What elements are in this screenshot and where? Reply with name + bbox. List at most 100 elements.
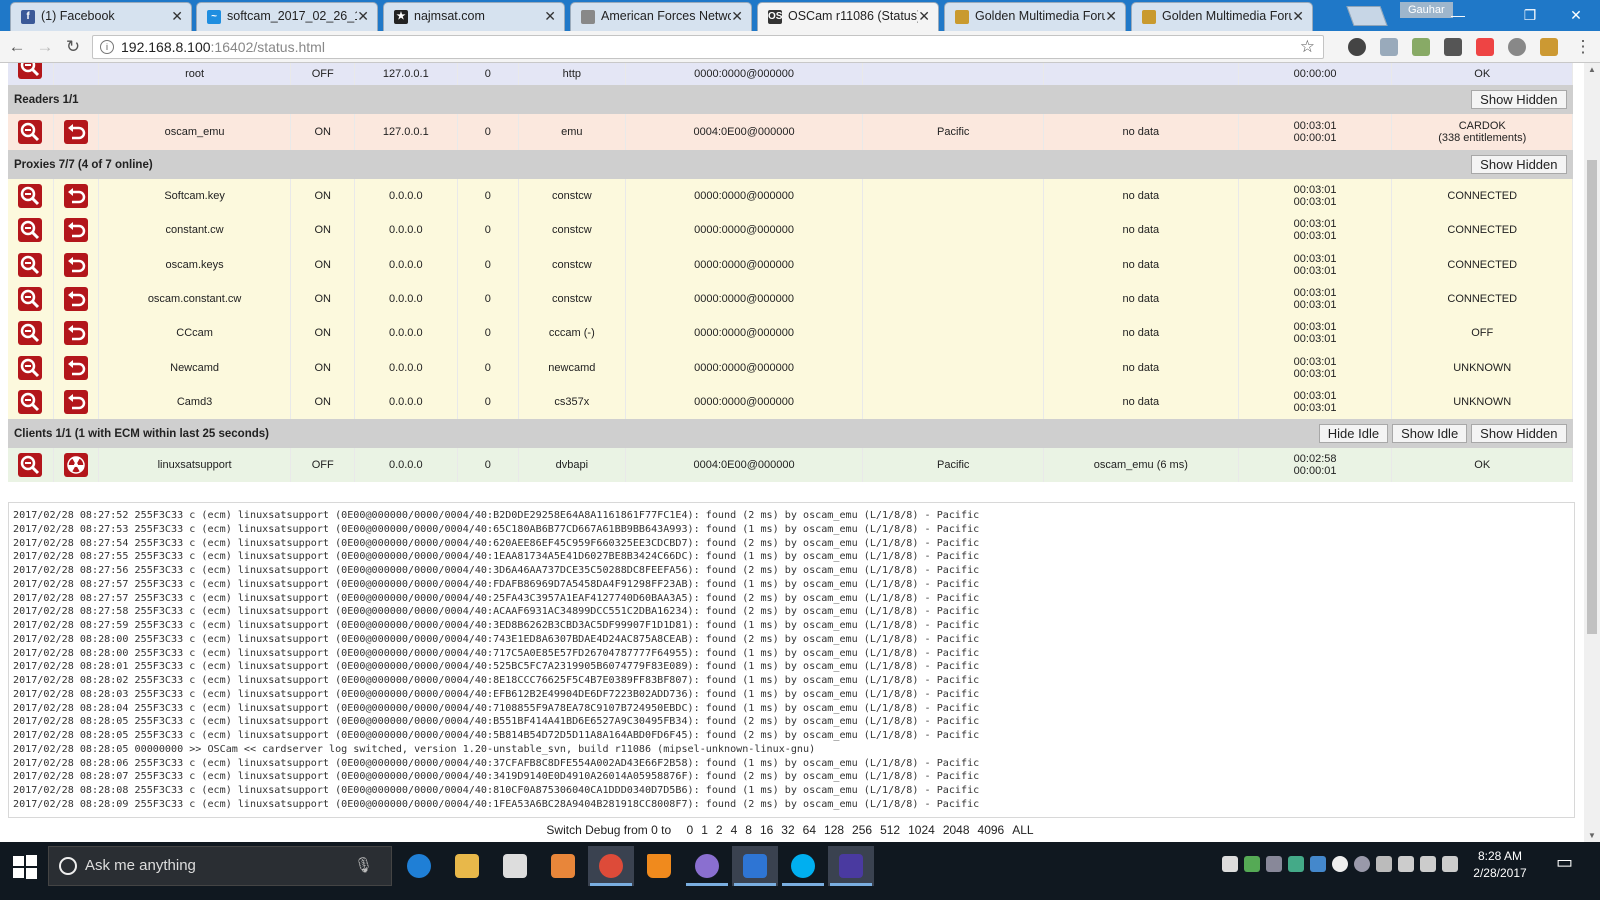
debug-level-link[interactable]: 1 (701, 823, 708, 837)
tab-close-icon[interactable]: ✕ (1105, 3, 1117, 30)
debug-level-link[interactable]: 4096 (978, 823, 1005, 837)
extension-puzzle-icon[interactable] (1412, 38, 1430, 56)
tab-close-icon[interactable]: ✕ (171, 3, 183, 30)
microphone-icon[interactable]: 🎙 (354, 847, 373, 885)
show-idle-button[interactable]: Show Idle (1392, 424, 1468, 444)
taskbar-skype[interactable] (780, 846, 826, 886)
debug-level-link[interactable]: 8 (745, 823, 752, 837)
debug-level-link[interactable]: 128 (824, 823, 844, 837)
tray-leaf-icon[interactable] (1244, 856, 1260, 872)
restart-icon[interactable] (63, 321, 88, 346)
zoom-details-icon[interactable] (18, 252, 43, 277)
browser-tab[interactable]: Golden Multimedia Foru ✕ (944, 2, 1126, 31)
taskbar-explorer[interactable] (444, 846, 490, 886)
debug-level-link[interactable]: 512 (880, 823, 900, 837)
show-hidden-clients-button[interactable]: Show Hidden (1471, 424, 1567, 444)
debug-level-link[interactable]: 64 (803, 823, 816, 837)
browser-tab[interactable]: ~ softcam_2017_02_26_1 ✕ (196, 2, 378, 31)
scroll-down-icon[interactable]: ▼ (1584, 831, 1600, 840)
notification-center-icon[interactable]: ▭ (1556, 852, 1573, 873)
forward-arrow-icon[interactable]: → (34, 36, 56, 58)
tray-keyboard-icon[interactable] (1376, 856, 1392, 872)
browser-tab[interactable]: American Forces Netwo ✕ (570, 2, 752, 31)
zoom-details-icon[interactable] (18, 63, 43, 80)
tab-close-icon[interactable]: ✕ (731, 3, 743, 30)
address-bar[interactable]: i 192.168.8.100:16402/status.html ☆ (92, 35, 1324, 59)
tray-globe-icon[interactable] (1288, 856, 1304, 872)
scroll-up-icon[interactable]: ▲ (1584, 65, 1600, 74)
tray-app-icon[interactable] (1310, 856, 1326, 872)
debug-level-link[interactable]: 32 (781, 823, 794, 837)
windows-start-icon[interactable] (12, 854, 38, 880)
taskbar-edge[interactable] (396, 846, 442, 886)
tab-close-icon[interactable]: ✕ (357, 3, 369, 30)
bookmark-star-icon[interactable]: ☆ (1300, 36, 1315, 58)
debug-level-link[interactable]: ALL (1012, 823, 1033, 837)
close-window-icon[interactable]: ✕ (1556, 4, 1596, 26)
scrollbar-thumb[interactable] (1587, 160, 1597, 634)
zoom-details-icon[interactable] (18, 184, 43, 209)
debug-level-link[interactable]: 0 (687, 823, 694, 837)
extension-shield-icon[interactable] (1508, 38, 1526, 56)
browser-tab[interactable]: Golden Multimedia Foru ✕ (1131, 2, 1313, 31)
tray-network-icon[interactable] (1266, 856, 1282, 872)
taskbar-satellite-app[interactable] (828, 846, 874, 886)
show-hidden-readers-button[interactable]: Show Hidden (1471, 90, 1567, 109)
info-icon[interactable]: i (100, 40, 114, 54)
taskbar-defender[interactable] (732, 846, 778, 886)
zoom-details-icon[interactable] (18, 453, 43, 478)
restart-icon[interactable] (63, 287, 88, 312)
taskbar-vlc[interactable] (636, 846, 682, 886)
extension-globe-icon[interactable] (1348, 38, 1366, 56)
battery-icon[interactable] (1442, 856, 1458, 872)
menu-dots-icon[interactable]: ⋮ (1572, 36, 1594, 58)
debug-level-link[interactable]: 256 (852, 823, 872, 837)
debug-level-link[interactable]: 16 (760, 823, 773, 837)
minimize-icon[interactable]: — (1438, 4, 1478, 26)
tray-shield-icon[interactable] (1222, 856, 1238, 872)
show-hidden-proxies-button[interactable]: Show Hidden (1471, 155, 1567, 174)
browser-tab[interactable]: OS OSCam r11086 (Status) ✕ (757, 2, 939, 31)
zoom-details-icon[interactable] (18, 287, 43, 312)
back-arrow-icon[interactable]: ← (6, 36, 28, 58)
zoom-details-icon[interactable] (18, 218, 43, 243)
taskbar-store[interactable] (492, 846, 538, 886)
debug-level-link[interactable]: 2048 (943, 823, 970, 837)
onedrive-cloud-icon[interactable] (1332, 856, 1348, 872)
maximize-icon[interactable]: ❐ (1510, 4, 1550, 26)
download-arrow-icon[interactable] (1380, 38, 1398, 56)
radiation-icon[interactable] (63, 453, 88, 478)
tab-close-icon[interactable]: ✕ (544, 3, 556, 30)
zoom-details-icon[interactable] (18, 389, 43, 414)
zoom-details-icon[interactable] (18, 321, 43, 346)
hide-idle-button[interactable]: Hide Idle (1318, 424, 1389, 444)
restart-icon[interactable] (63, 184, 88, 209)
new-tab-button[interactable] (1346, 6, 1388, 26)
extension-flower-icon[interactable] (1476, 38, 1494, 56)
browser-tab[interactable]: ★ najmsat.com ✕ (383, 2, 565, 31)
tab-close-icon[interactable]: ✕ (1292, 3, 1304, 30)
volume-icon[interactable] (1420, 856, 1436, 872)
extension-hand-icon[interactable] (1540, 38, 1558, 56)
restart-icon[interactable] (63, 389, 88, 414)
browser-tab[interactable]: f (1) Facebook ✕ (10, 2, 192, 31)
debug-level-link[interactable]: 1024 (908, 823, 935, 837)
restart-icon[interactable] (63, 252, 88, 277)
taskbar-clock[interactable]: 8:28 AM 2/28/2017 (1460, 848, 1540, 882)
restart-icon[interactable] (63, 120, 88, 144)
taskbar-chrome[interactable] (588, 846, 634, 886)
debug-level-link[interactable]: 2 (716, 823, 723, 837)
restart-icon[interactable] (63, 355, 88, 380)
reload-icon[interactable]: ↻ (62, 36, 84, 58)
zoom-details-icon[interactable] (18, 120, 43, 144)
zoom-details-icon[interactable] (18, 355, 43, 380)
tray-spiral-icon[interactable] (1354, 856, 1370, 872)
debug-level-link[interactable]: 4 (731, 823, 738, 837)
cortana-search-box[interactable]: Ask me anything 🎙 (48, 846, 392, 886)
taskbar-media[interactable] (540, 846, 586, 886)
taskbar-app-spiral[interactable] (684, 846, 730, 886)
extension-box-icon[interactable] (1444, 38, 1462, 56)
tab-close-icon[interactable]: ✕ (918, 3, 930, 30)
restart-icon[interactable] (63, 218, 88, 243)
page-scrollbar[interactable]: ▲ ▼ (1584, 63, 1600, 842)
